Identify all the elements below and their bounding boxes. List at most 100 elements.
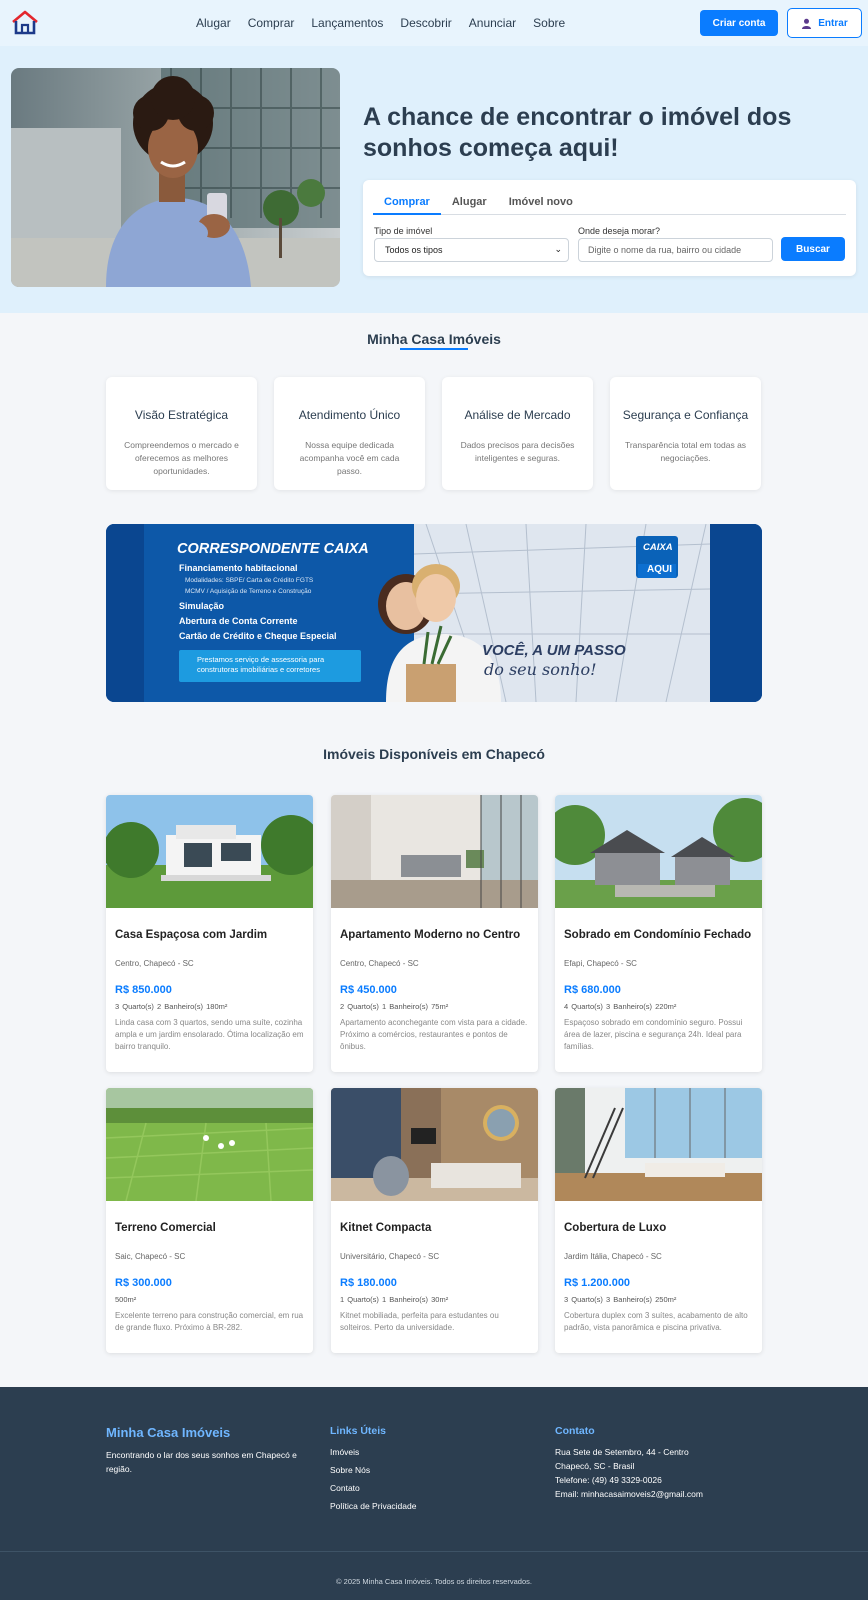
property-image — [106, 795, 313, 908]
property-price: R$ 850.000 — [115, 984, 172, 996]
footer-city: Chapecó, SC - Brasil — [555, 1461, 635, 1471]
footer-link-contato[interactable]: Contato — [330, 1481, 510, 1495]
banner-line: Cartão de Crédito e Cheque Especial — [179, 631, 337, 641]
property-description: Excelente terreno para construção comerc… — [115, 1311, 304, 1332]
footer-links-col: Links Úteis Imóveis Sobre Nós Contato Po… — [330, 1425, 510, 1517]
property-image — [106, 1088, 313, 1201]
footer-phone: Telefone: (49) 49 3329-0026 — [555, 1475, 662, 1485]
location-placeholder: Digite o nome da rua, bairro ou cidade — [588, 245, 742, 255]
search-button[interactable]: Buscar — [781, 237, 845, 261]
property-description: Cobertura duplex com 3 suítes, acabament… — [564, 1311, 748, 1332]
feature-desc: Compreendemos o mercado e oferecemos as … — [124, 440, 239, 476]
feature-desc: Dados precisos para decisões inteligente… — [460, 440, 575, 463]
house-logo-icon[interactable] — [11, 9, 39, 35]
caixa-aqui-text: AQUI — [647, 564, 672, 575]
footer: Minha Casa Imóveis Encontrando o lar dos… — [0, 1387, 868, 1600]
property-location: Jardim Itália, Chapecó - SC — [564, 1252, 662, 1261]
hero-section: A chance de encontrar o imóvel dos sonho… — [0, 46, 868, 313]
user-icon — [802, 18, 812, 29]
nav-sobre[interactable]: Sobre — [533, 16, 565, 30]
login-label: Entrar — [818, 17, 848, 29]
property-card[interactable]: Kitnet Compacta Universitário, Chapecó -… — [331, 1088, 538, 1353]
footer-tagline: Encontrando o lar dos seus sonhos em Cha… — [106, 1450, 297, 1474]
property-title: Sobrado em Condomínio Fechado — [564, 929, 752, 941]
nav-alugar[interactable]: Alugar — [196, 16, 231, 30]
nav-descobrir[interactable]: Descobrir — [400, 16, 451, 30]
property-location: Universitário, Chapecó - SC — [340, 1252, 440, 1261]
property-description: Apartamento aconchegante com vista para … — [340, 1018, 528, 1051]
about-title-underline — [400, 348, 468, 350]
nav-anunciar[interactable]: Anunciar — [469, 16, 516, 30]
feature-title: Segurança e Confiança — [622, 408, 749, 422]
feature-card: Segurança e Confiança Transparência tota… — [610, 377, 761, 490]
property-title: Cobertura de Luxo — [564, 1222, 667, 1234]
feature-card: Análise de Mercado Dados precisos para d… — [442, 377, 593, 490]
create-account-button[interactable]: Criar conta — [700, 10, 778, 36]
footer-brand: Minha Casa Imóveis — [106, 1425, 231, 1440]
property-card[interactable]: Terreno Comercial Saic, Chapecó - SC R$ … — [106, 1088, 313, 1353]
navbar: Alugar Comprar Lançamentos Descobrir Anu… — [0, 0, 868, 46]
footer-contact-title: Contato — [555, 1425, 595, 1437]
banner-slogan: VOCÊ, A UM PASSO — [482, 642, 626, 659]
property-description: Linda casa com 3 quartos, sendo uma suít… — [115, 1018, 304, 1051]
property-card[interactable]: Apartamento Moderno no Centro Centro, Ch… — [331, 795, 538, 1072]
property-type-select[interactable]: Todos os tipos ⌄ — [374, 238, 569, 262]
banner-subline: Modalidades: SBPE/ Carta de Crédito FGTS — [185, 577, 314, 584]
main-nav: Alugar Comprar Lançamentos Descobrir Anu… — [196, 0, 582, 46]
banner-line: Abertura de Conta Corrente — [179, 616, 298, 626]
banner-subline: MCMV / Aquisição de Terreno e Construção — [185, 588, 312, 595]
caixa-banner[interactable]: CORRESPONDENTE CAIXA Financiamento habit… — [106, 524, 762, 702]
property-location: Saic, Chapecó - SC — [115, 1252, 186, 1261]
footer-link-imoveis[interactable]: Imóveis — [330, 1445, 510, 1459]
property-location: Centro, Chapecó - SC — [340, 959, 419, 968]
property-specs: 1 Quarto(s) 1 Banheiro(s) 30m² — [340, 1295, 449, 1304]
banner-slogan-script: do seu sonho! — [484, 660, 597, 679]
property-specs: 3 Quarto(s) 3 Banheiro(s) 250m² — [564, 1295, 677, 1304]
banner-line: Financiamento habitacional — [179, 563, 298, 573]
property-type-label: Tipo de imóvel — [374, 226, 433, 236]
footer-link-sobre[interactable]: Sobre Nós — [330, 1463, 510, 1477]
property-price: R$ 1.200.000 — [564, 1277, 631, 1289]
banner-service-box: Prestamos serviço de assessoria para con… — [179, 650, 361, 682]
about-title: Minha Casa Imóveis — [367, 331, 501, 347]
property-location: Efapi, Chapecó - SC — [564, 959, 637, 968]
footer-address: Rua Sete de Setembro, 44 - Centro — [555, 1447, 689, 1457]
feature-desc: Nossa equipe dedicada acompanha você em … — [299, 440, 400, 476]
footer-link-privacidade[interactable]: Política de Privacidade — [330, 1499, 510, 1513]
location-input[interactable]: Digite o nome da rua, bairro ou cidade — [578, 238, 773, 262]
search-card: Comprar Alugar Imóvel novo Tipo de imóve… — [363, 180, 856, 276]
property-card[interactable]: Sobrado em Condomínio Fechado Efapi, Cha… — [555, 795, 762, 1072]
property-card[interactable]: Cobertura de Luxo Jardim Itália, Chapecó… — [555, 1088, 762, 1353]
footer-links-title: Links Úteis — [330, 1425, 387, 1437]
property-image — [555, 1088, 762, 1201]
property-price: R$ 300.000 — [115, 1277, 172, 1289]
property-title: Apartamento Moderno no Centro — [340, 929, 521, 941]
tab-imovel-novo[interactable]: Imóvel novo — [498, 190, 584, 215]
feature-card: Visão Estratégica Compreendemos o mercad… — [106, 377, 257, 490]
property-card[interactable]: Casa Espaçosa com Jardim Centro, Chapecó… — [106, 795, 313, 1072]
footer-email[interactable]: Email: minhacasaimoveis2@gmail.com — [555, 1487, 775, 1501]
search-button-label: Buscar — [796, 243, 830, 255]
property-image — [555, 795, 762, 908]
property-description: Espaçoso sobrado em condomínio seguro. P… — [564, 1018, 743, 1051]
nav-lancamentos[interactable]: Lançamentos — [311, 16, 383, 30]
property-description: Kitnet mobiliada, perfeita para estudant… — [340, 1311, 499, 1332]
property-image — [331, 1088, 538, 1201]
login-button[interactable]: Entrar — [787, 8, 862, 38]
property-specs: 4 Quarto(s) 3 Banheiro(s) 220m² — [564, 1002, 677, 1011]
footer-brand-col: Minha Casa Imóveis Encontrando o lar dos… — [106, 1425, 306, 1476]
create-account-label: Criar conta — [712, 17, 766, 29]
nav-comprar[interactable]: Comprar — [248, 16, 295, 30]
property-title: Kitnet Compacta — [340, 1222, 432, 1234]
search-tabs: Comprar Alugar Imóvel novo — [373, 190, 846, 215]
feature-desc: Transparência total em todas as negociaç… — [624, 440, 747, 463]
tab-comprar[interactable]: Comprar — [373, 190, 441, 215]
property-specs: 500m² — [115, 1295, 137, 1304]
chevron-down-icon: ⌄ — [554, 244, 562, 254]
feature-card: Atendimento Único Nossa equipe dedicada … — [274, 377, 425, 490]
banner-heading: CORRESPONDENTE CAIXA — [177, 541, 369, 557]
tab-alugar[interactable]: Alugar — [441, 190, 498, 215]
hero-title: A chance de encontrar o imóvel dos sonho… — [363, 103, 792, 162]
hero-photo — [11, 68, 340, 287]
location-label: Onde deseja morar? — [578, 226, 661, 236]
